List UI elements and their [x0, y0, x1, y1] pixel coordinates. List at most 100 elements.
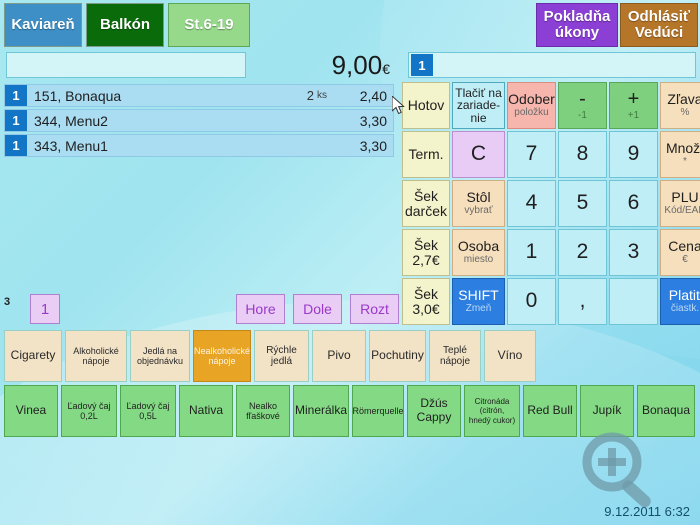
order-row-quantity: 2 ks — [269, 85, 331, 106]
keypad-key[interactable]: 0 — [507, 278, 556, 325]
product-button[interactable]: Ľadový čaj 0,5L — [120, 385, 176, 437]
keypad-key[interactable]: Tlačiť na zariade-nie — [452, 82, 505, 129]
keypad-key-label: SHIFT — [458, 287, 499, 304]
keypad-indicator-value: 1 — [411, 54, 433, 76]
category-button[interactable]: Cigarety — [4, 330, 62, 382]
keypad-key[interactable]: Cena € — [660, 229, 700, 276]
order-total-currency: € — [382, 61, 390, 77]
keypad-key-label: 5 — [576, 191, 589, 215]
category-button[interactable]: Pochutiny — [369, 330, 426, 382]
keypad-key[interactable]: Šek 3,0€ — [402, 278, 450, 325]
area-button[interactable]: Balkón — [86, 3, 164, 47]
category-button-label: Nealkoholické nápoje — [193, 345, 251, 366]
keypad-key[interactable]: - -1 — [558, 82, 607, 129]
venue-button[interactable]: Kaviareň — [4, 3, 82, 47]
keypad-key[interactable]: , — [558, 278, 607, 325]
order-row[interactable]: 1 343, Menu1 3,30 — [4, 134, 394, 157]
keypad-key[interactable]: 1 — [507, 229, 556, 276]
keypad-key[interactable]: 2 — [558, 229, 607, 276]
page-count-label: 3 — [4, 296, 11, 308]
scroll-up-label: Hore — [245, 301, 276, 317]
keypad-key[interactable]: Hotov — [402, 82, 450, 129]
category-button[interactable]: Jedlá na objednávku — [130, 330, 190, 382]
category-button[interactable]: Teplé nápoje — [429, 330, 481, 382]
cashier-operations-button[interactable]: Pokladňa úkony — [536, 3, 618, 47]
keypad-key[interactable]: Odober položku — [507, 82, 556, 129]
zoom-in-icon[interactable] — [580, 432, 670, 512]
order-row[interactable]: 1 151, Bonaqua 2 ks 2,40 — [4, 84, 394, 107]
product-button-label: Vinea — [15, 403, 47, 418]
order-row-quantity — [269, 110, 331, 131]
keypad-key[interactable]: 8 — [558, 131, 607, 178]
order-row-name: 344, Menu2 — [34, 112, 108, 129]
scroll-down-label: Dole — [303, 301, 332, 317]
category-button[interactable]: Rýchle jedlá — [254, 330, 309, 382]
category-button[interactable]: Nealkoholické nápoje — [193, 330, 251, 382]
keypad-key-sublabel: +1 — [627, 110, 640, 122]
order-total: 9,00€ — [250, 50, 390, 81]
product-button[interactable]: Jupík — [580, 385, 634, 437]
search-input[interactable] — [6, 52, 246, 78]
split-bill-button[interactable]: Rozt — [350, 294, 399, 324]
keypad-key[interactable]: + +1 — [609, 82, 658, 129]
category-button[interactable]: Alkoholické nápoje — [65, 330, 127, 382]
product-button[interactable]: Nealko fľaškové — [236, 385, 290, 437]
keypad-key[interactable]: 3 — [609, 229, 658, 276]
keypad-key-label: , — [579, 289, 586, 313]
product-button[interactable]: Citronáda (citrón, hnedý cukor) — [464, 385, 520, 437]
scroll-down-button[interactable]: Dole — [293, 294, 342, 324]
order-row[interactable]: 1 344, Menu2 3,30 — [4, 109, 394, 132]
product-button[interactable]: Ľadový čaj 0,2L — [61, 385, 117, 437]
scroll-up-button[interactable]: Hore — [236, 294, 285, 324]
page-button[interactable]: 1 — [30, 294, 60, 324]
product-button[interactable]: Bonaqua — [637, 385, 695, 437]
keypad-key[interactable]: Šek darček — [402, 180, 450, 227]
keypad-key[interactable]: Stôl vybrať — [452, 180, 505, 227]
keypad-key[interactable]: 9 — [609, 131, 658, 178]
product-button-label: Minerálka — [294, 403, 348, 418]
keypad-key-label: 9 — [627, 142, 640, 166]
keypad-key-sublabel: * — [683, 156, 687, 168]
keypad-key-label: 4 — [525, 191, 538, 215]
keypad-key-label: Stôl — [466, 189, 491, 206]
keypad-key-label: C — [470, 142, 487, 166]
keypad-key[interactable]: Zľava% — [660, 82, 700, 129]
keypad-key-label: Term. — [408, 146, 444, 163]
product-button[interactable]: Vinea — [4, 385, 58, 437]
product-button[interactable]: Džús Cappy — [407, 385, 461, 437]
keypad-key-label: Hotov — [407, 97, 445, 114]
category-button[interactable]: Pivo — [312, 330, 366, 382]
keypad-key[interactable]: PLUKód/EAN — [660, 180, 700, 227]
product-button[interactable]: Minerálka — [293, 385, 349, 437]
keypad-key[interactable]: Osoba miesto — [452, 229, 505, 276]
keypad-key-sublabel: Kód/EAN — [664, 205, 700, 217]
keypad-key[interactable]: Množ.* — [660, 131, 700, 178]
header-right-group: Pokladňa úkony Odhlásiť Vedúci — [536, 3, 698, 47]
order-row-name: 343, Menu1 — [34, 137, 108, 154]
product-button[interactable]: Nativa — [179, 385, 233, 437]
logout-button[interactable]: Odhlásiť Vedúci — [620, 3, 698, 47]
keypad-key[interactable]: Platiť čiastk. — [660, 278, 700, 325]
keypad-key[interactable]: 6 — [609, 180, 658, 227]
keypad-key-label: Zľava — [667, 91, 700, 108]
category-button-label: Víno — [497, 348, 523, 363]
product-button[interactable]: Römerquelle — [352, 385, 404, 437]
keypad-key[interactable]: 7 — [507, 131, 556, 178]
keypad-key-sublabel: položku — [514, 107, 549, 119]
order-row-quantity-unit: ks — [317, 90, 327, 101]
keypad-key[interactable]: 5 — [558, 180, 607, 227]
keypad-key[interactable]: SHIFT Zmeň — [452, 278, 505, 325]
logout-label-line2: Vedúci — [634, 24, 684, 41]
keypad-key-label: 3 — [627, 240, 640, 264]
keypad-key[interactable]: 4 — [507, 180, 556, 227]
category-button-label: Alkoholické nápoje — [73, 345, 119, 366]
keypad-key[interactable]: Term. — [402, 131, 450, 178]
category-button[interactable]: Víno — [484, 330, 536, 382]
keypad-key-label: Platiť — [668, 287, 700, 304]
product-button[interactable]: Red Bull — [523, 385, 577, 437]
keypad-key[interactable]: Šek 2,7€ — [402, 229, 450, 276]
keypad-key[interactable]: C — [452, 131, 505, 178]
keypad-key-label: Šek 3,0€ — [412, 285, 440, 317]
product-button-label: Ľadový čaj 0,5L — [126, 400, 170, 421]
table-button[interactable]: St.6-19 — [168, 3, 250, 47]
